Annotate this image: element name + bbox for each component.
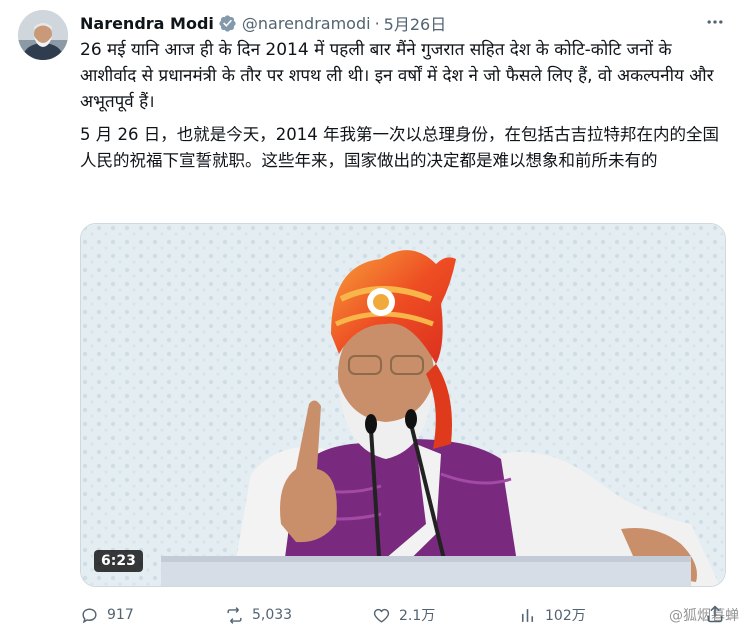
video-player[interactable]: 6:23: [80, 223, 726, 587]
watermark: @狐烟暮蝉: [669, 608, 739, 624]
tweet-date[interactable]: 5月26日: [384, 11, 447, 35]
reply-button[interactable]: 917: [80, 601, 134, 629]
views-button[interactable]: 102万: [518, 601, 586, 629]
views-icon: [521, 608, 534, 622]
tweet-header: Narendra Modi @narendramodi · 5月26日: [80, 10, 446, 36]
reply-icon: [82, 607, 97, 623]
video-duration: 6:23: [94, 550, 143, 572]
separator-dot: ·: [374, 13, 380, 33]
author-handle[interactable]: @narendramodi: [242, 14, 371, 33]
like-button[interactable]: 2.1万: [372, 601, 435, 629]
repost-button[interactable]: 5,033: [225, 601, 292, 629]
like-count: 2.1万: [399, 608, 436, 624]
like-icon: [373, 608, 390, 623]
more-icon[interactable]: [703, 10, 727, 34]
reply-count: 917: [107, 607, 134, 623]
tweet-actions: 917 5,033 2.1万 102万: [80, 601, 740, 629]
verified-badge-icon: [218, 14, 237, 33]
author-avatar[interactable]: [18, 10, 68, 60]
views-count: 102万: [545, 608, 586, 624]
repost-count: 5,033: [252, 607, 293, 623]
repost-icon: [227, 606, 242, 624]
author-name[interactable]: Narendra Modi: [80, 14, 214, 33]
video-thumbnail: [81, 224, 725, 586]
share-icon[interactable]: [705, 604, 725, 624]
tweet-translation: 5 月 26 日，也就是今天，2014 年我第一次以总理身份，在包括古吉拉特邦在…: [80, 125, 719, 170]
tweet-text: 26 मई यानि आज ही के दिन 2014 में पहली बा…: [80, 40, 714, 112]
